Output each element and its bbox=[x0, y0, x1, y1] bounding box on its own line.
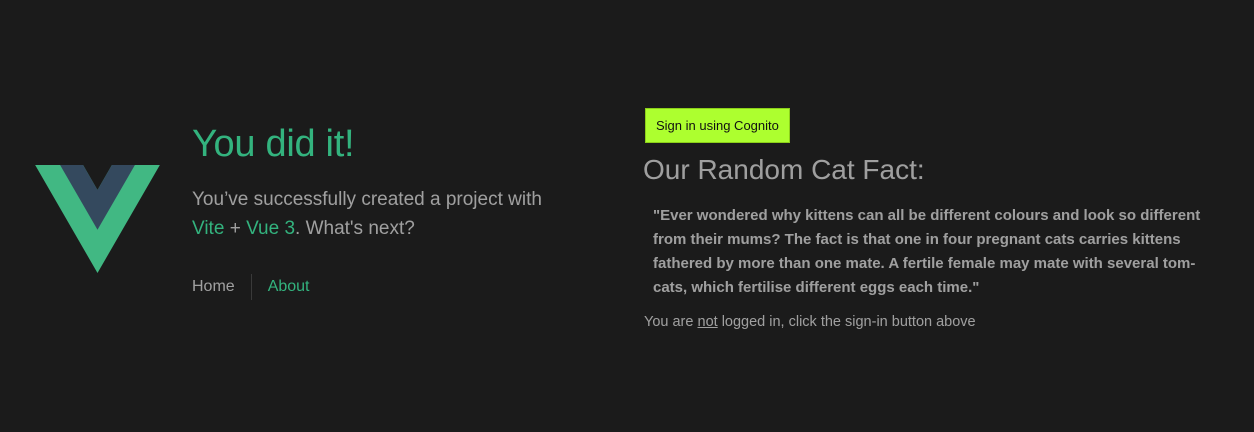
subtitle: You’ve successfully created a project wi… bbox=[192, 185, 562, 243]
main-nav: Home About bbox=[192, 274, 310, 300]
subtitle-prefix: You’ve successfully created a project wi… bbox=[192, 189, 542, 210]
vue-link[interactable]: Vue 3 bbox=[246, 218, 295, 239]
signin-button[interactable]: Sign in using Cognito bbox=[645, 108, 790, 143]
cat-fact-heading: Our Random Cat Fact: bbox=[643, 154, 925, 185]
greeting: You did it! You’ve successfully created … bbox=[192, 120, 612, 243]
login-status: You are not logged in, click the sign-in… bbox=[644, 312, 976, 332]
nav-home-link[interactable]: Home bbox=[192, 274, 251, 300]
vite-link[interactable]: Vite bbox=[192, 218, 224, 239]
app-root: You did it! You’ve successfully created … bbox=[0, 0, 1254, 432]
status-prefix: You are bbox=[644, 314, 694, 330]
status-not: not bbox=[697, 314, 718, 330]
subtitle-suffix: . What's next? bbox=[295, 218, 415, 239]
nav-about-link[interactable]: About bbox=[252, 274, 310, 300]
plus-sign: + bbox=[229, 218, 241, 239]
status-suffix: logged in, click the sign-in button abov… bbox=[721, 314, 976, 330]
cat-fact-text: "Ever wondered why kittens can all be di… bbox=[653, 207, 1201, 296]
vue-logo-icon bbox=[35, 165, 160, 273]
page-title: You did it! bbox=[192, 123, 355, 165]
